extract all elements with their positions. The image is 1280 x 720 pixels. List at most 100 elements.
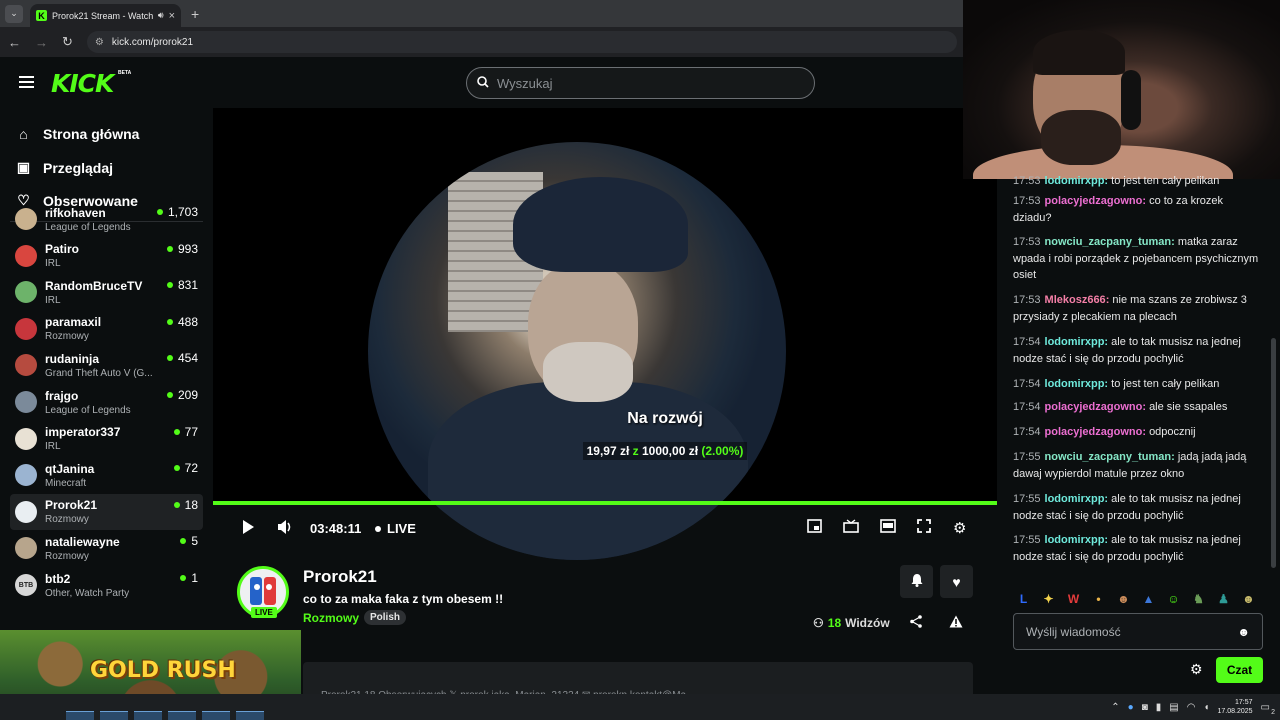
emoji-icon[interactable]: ☻ <box>1237 625 1250 639</box>
kick-logo[interactable]: KICK <box>51 69 114 98</box>
chat-username[interactable]: lodomirxpp <box>1045 534 1105 546</box>
chat-username[interactable]: nowciu_zacpany_tuman <box>1045 236 1172 248</box>
sidebar-channel-nataliewayne[interactable]: nataliewayne Rozmowy 5 <box>10 530 203 566</box>
channel-category: Rozmowy <box>45 331 89 343</box>
new-tab-button[interactable]: + <box>191 6 199 22</box>
live-dot <box>375 525 381 532</box>
share-icon[interactable] <box>910 615 922 631</box>
site-info-icon[interactable]: ⚙ <box>95 37 104 48</box>
channel-viewer-count: 77 <box>184 424 198 439</box>
emote-icon[interactable]: ☻ <box>1113 588 1134 609</box>
address-field[interactable]: ⚙ kick.com/prorok21 <box>86 31 957 53</box>
channel-avatar <box>15 391 37 413</box>
live-badge: LIVE <box>251 607 277 618</box>
app-icon[interactable]: ▤ <box>1169 702 1178 713</box>
sidebar-channel-imperator337[interactable]: imperator337 IRL 77 <box>10 421 203 457</box>
taskbar-thumbnail[interactable] <box>202 711 230 720</box>
live-indicator: LIVE <box>375 521 416 536</box>
speaker-tray-icon[interactable]: ◖ <box>1203 702 1209 713</box>
chat-send-button[interactable]: Czat <box>1216 657 1263 683</box>
channel-avatar <box>15 500 37 523</box>
sidebar-channel-frajgo[interactable]: frajgo League of Legends 209 <box>10 384 203 420</box>
channel-avatar: BTB <box>15 574 37 596</box>
chat-username[interactable]: polacyjedzagowno <box>1045 426 1143 438</box>
emote-icon[interactable]: W <box>1063 588 1084 609</box>
speaker-icon[interactable]: 🔊︎ <box>158 10 164 21</box>
emote-icon[interactable]: ✦ <box>1038 588 1059 609</box>
system-clock[interactable]: 17:57 17.08.2025 <box>1218 698 1253 716</box>
sidebar-channel-paramaxil[interactable]: paramaxil Rozmowy 488 <box>10 311 203 347</box>
microphone-icon[interactable]: ▮ <box>1156 702 1162 713</box>
play-icon[interactable] <box>241 519 255 541</box>
chat-username[interactable]: Mlekosz666 <box>1045 294 1106 306</box>
chat-username[interactable]: lodomirxpp <box>1045 336 1105 348</box>
emote-icon[interactable]: • <box>1088 588 1109 609</box>
discord-icon[interactable]: ◙ <box>1142 702 1148 713</box>
forward-icon[interactable]: → <box>35 35 48 50</box>
menu-icon[interactable] <box>19 76 34 88</box>
chat-timestamp: 17:55 <box>1013 534 1041 546</box>
browser-tab-strip: ⌄ K Prorok21 Stream - Watch Live on Kick… <box>0 0 963 27</box>
cinema-mode-icon[interactable] <box>880 519 896 539</box>
fullscreen-icon[interactable] <box>917 519 931 539</box>
channel-category: Other, Watch Party <box>45 587 130 599</box>
chevron-down-icon[interactable]: ⌄ <box>5 4 23 23</box>
theater-mode-icon[interactable] <box>843 519 859 539</box>
nav-home[interactable]: ⌂ Strona główna <box>16 126 139 142</box>
language-tag[interactable]: Polish <box>364 610 407 625</box>
chat-username[interactable]: polacyjedzagowno <box>1045 195 1143 207</box>
emote-icon[interactable]: ▲ <box>1138 588 1159 609</box>
nav-browse[interactable]: ▣ Przeglądaj <box>16 159 113 176</box>
search-input[interactable]: Wyszukaj <box>466 67 815 99</box>
chat-scrollbar[interactable] <box>1271 338 1276 568</box>
chat-input[interactable]: Wyślij wiadomość ☻ <box>1013 613 1263 650</box>
sidebar-channel-rudaninja[interactable]: rudaninja Grand Theft Auto V (G... 454 <box>10 347 203 383</box>
channel-info: btb2 Other, Watch Party <box>45 572 203 599</box>
pip-icon[interactable] <box>807 519 822 539</box>
emote-icon[interactable]: ♞ <box>1188 588 1209 609</box>
taskbar-thumbnail[interactable] <box>66 711 94 720</box>
back-icon[interactable]: ← <box>8 35 21 50</box>
settings-gear-icon[interactable]: ⚙ <box>953 519 966 539</box>
wifi-icon[interactable]: ◠ <box>1187 702 1196 713</box>
chat-username[interactable]: lodomirxpp <box>1045 175 1105 187</box>
streamer-name[interactable]: Prorok21 <box>303 567 377 587</box>
sidebar-channel-patiro[interactable]: Patiro IRL 993 <box>10 238 203 274</box>
emote-icon[interactable]: ♟ <box>1213 588 1234 609</box>
taskbar-thumbnail[interactable] <box>100 711 128 720</box>
emote-icon[interactable]: ☻ <box>1238 588 1259 609</box>
notification-bell-button[interactable] <box>900 565 933 598</box>
channel-avatar <box>15 464 37 487</box>
sidebar-channel-btb2[interactable]: BTB btb2 Other, Watch Party 1 <box>10 567 203 603</box>
follow-button[interactable]: ♥ <box>940 565 973 598</box>
taskbar-thumbnail[interactable] <box>168 711 196 720</box>
chat-username[interactable]: nowciu_zacpany_tuman <box>1045 451 1172 463</box>
video-progress-bar[interactable] <box>213 501 997 505</box>
sidebar-channel-qtjanina[interactable]: qtJanina Minecraft 72 <box>10 457 203 493</box>
sidebar-channel-prorok21[interactable]: Prorok21 Rozmowy 18 <box>10 493 203 530</box>
reload-icon[interactable]: ↻ <box>62 34 73 50</box>
tray-app-icon[interactable]: ● <box>1128 702 1134 713</box>
browser-tab-active[interactable]: K Prorok21 Stream - Watch Live on Kick 🔊… <box>30 4 181 27</box>
close-tab-icon[interactable]: × <box>169 10 175 22</box>
emote-icon[interactable]: ☺ <box>1163 588 1184 609</box>
goal-values: 19,97 zł z 1000,00 zł (2.00%) <box>582 442 748 460</box>
chat-settings-gear-icon[interactable]: ⚙ <box>1190 661 1203 678</box>
taskbar-thumbnail[interactable] <box>134 711 162 720</box>
chat-username[interactable]: lodomirxpp <box>1045 493 1105 505</box>
sidebar-channel-rifkohaven[interactable]: rifkohaven League of Legends 1,703 <box>10 201 203 237</box>
report-warning-icon[interactable] <box>949 615 963 631</box>
stream-uptime: 03:48:11 <box>310 521 362 536</box>
sidebar-channel-randombrucetv[interactable]: RandomBruceTV IRL 831 <box>10 274 203 310</box>
volume-icon[interactable] <box>277 519 294 541</box>
chat-message: 17:55 lodomirxpp: ale to tak musisz na je… <box>1013 532 1263 565</box>
notification-icon[interactable]: ▭ 2 <box>1261 702 1275 716</box>
webcam-hair <box>1033 30 1125 75</box>
channel-avatar <box>15 281 37 304</box>
taskbar-thumbnail[interactable] <box>236 711 264 720</box>
stream-category[interactable]: Rozmowy <box>303 611 359 625</box>
chat-username[interactable]: polacyjedzagowno <box>1045 401 1143 413</box>
tray-chevron-up-icon[interactable]: ⌃ <box>1111 702 1119 713</box>
chat-username[interactable]: lodomirxpp <box>1045 378 1105 390</box>
emote-icon[interactable]: L <box>1013 588 1034 609</box>
